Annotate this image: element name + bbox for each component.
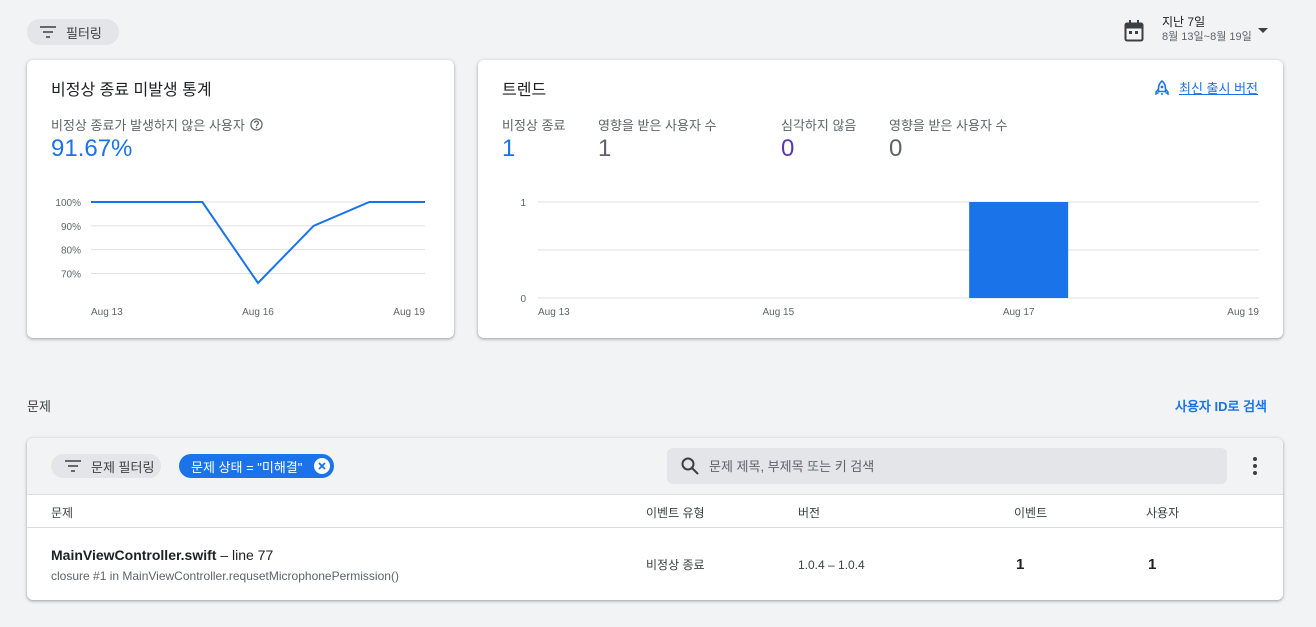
issue-events: 1 (1016, 556, 1025, 573)
filter-icon (40, 26, 56, 38)
card-title: 트렌드 (502, 82, 547, 99)
date-range-picker[interactable]: 지난 7일 8월 13일~8월 19일 (1124, 14, 1268, 45)
help-icon[interactable] (250, 118, 263, 131)
stat-affected-users-label: 영향을 받은 사용자 수 (598, 118, 717, 133)
issues-toolbar: 문제 필터링 문제 상태 = "미해결" (27, 438, 1283, 495)
issue-users: 1 (1148, 556, 1157, 573)
issue-subtitle: closure #1 in MainViewController.requset… (51, 569, 399, 583)
series-line (91, 201, 425, 285)
stat-non-fatal-users-label: 영향을 받은 사용자 수 (889, 118, 1008, 133)
y-tick-label: 80% (61, 246, 81, 257)
issue-event-type: 비정상 종료 (646, 558, 705, 572)
column-header-users[interactable]: 사용자 (1146, 504, 1179, 521)
calendar-icon (1124, 20, 1144, 42)
stat-crashes-value: 1 (502, 135, 516, 162)
issues-table-card: 문제 필터링 문제 상태 = "미해결" 문제 이벤트 유형 버전 이벤트 사용… (27, 438, 1283, 600)
bar (969, 202, 1069, 298)
x-tick-label: Aug 19 (1227, 307, 1259, 318)
issue-filter-button[interactable]: 문제 필터링 (51, 454, 161, 478)
x-tick-label: Aug 17 (1003, 307, 1035, 318)
stat-non-fatal-label: 심각하지 않음 (781, 118, 857, 133)
y-tick-label: 0 (520, 294, 526, 305)
issue-filter-label: 문제 필터링 (91, 459, 155, 475)
filter-icon (65, 460, 81, 472)
crash-free-stats-card: 비정상 종료 미발생 통계 비정상 종료가 발생하지 않은 사용자 91.67%… (27, 60, 454, 338)
issue-search-input[interactable] (709, 458, 1209, 474)
issue-search-box[interactable] (667, 448, 1227, 484)
x-tick-label: Aug 19 (393, 307, 425, 318)
date-range-dates: 8월 13일~8월 19일 (1162, 31, 1252, 43)
issue-status-chip[interactable]: 문제 상태 = "미해결" (179, 454, 334, 478)
issues-section-label: 문제 (27, 399, 51, 414)
chevron-down-icon (1257, 28, 1268, 33)
trend-card: 트렌드 최신 출시 버전 비정상 종료 1 영향을 받은 사용자 수 1 심각하… (478, 60, 1283, 338)
latest-release-link-text: 최신 출시 버전 (1179, 81, 1258, 96)
issue-title[interactable]: MainViewController.swift – line 77 (51, 547, 273, 563)
date-range-label: 지난 7일 (1162, 15, 1206, 29)
column-header-event-type[interactable]: 이벤트 유형 (646, 504, 705, 521)
filter-label: 필터링 (66, 25, 102, 41)
stat-crashes-label: 비정상 종료 (502, 118, 566, 133)
more-vert-icon[interactable] (1247, 455, 1263, 477)
issue-status-chip-label: 문제 상태 = "미해결" (191, 459, 303, 475)
filter-button[interactable]: 필터링 (27, 19, 119, 45)
column-header-version[interactable]: 버전 (798, 504, 820, 521)
crash-free-users-label: 비정상 종료가 발생하지 않은 사용자 (51, 115, 263, 134)
issue-file: MainViewController.swift (51, 547, 217, 563)
remove-filter-icon[interactable] (314, 458, 330, 474)
x-tick-label: Aug 16 (242, 307, 274, 318)
x-tick-label: Aug 15 (762, 307, 794, 318)
crash-free-users-label-text: 비정상 종료가 발생하지 않은 사용자 (51, 118, 245, 133)
y-tick-label: 90% (61, 222, 81, 233)
y-tick-label: 70% (61, 269, 81, 280)
x-tick-label: Aug 13 (538, 307, 570, 318)
stat-affected-users-value: 1 (598, 135, 612, 162)
column-header-issue[interactable]: 문제 (51, 504, 73, 521)
stat-non-fatal-value: 0 (781, 135, 795, 162)
trend-bar-chart: 1 0 Aug 13 Aug 15 Aug 17 Aug 19 (520, 198, 1259, 318)
issue-version: 1.0.4 – 1.0.4 (798, 558, 865, 572)
column-header-events[interactable]: 이벤트 (1014, 504, 1047, 521)
card-title: 비정상 종료 미발생 통계 (51, 82, 212, 99)
stat-non-fatal-users-value: 0 (889, 135, 903, 162)
divider (27, 527, 1283, 528)
y-tick-label: 100% (55, 198, 81, 209)
y-tick-label: 1 (520, 198, 526, 209)
issue-line: – line 77 (216, 547, 274, 563)
search-by-user-id-link[interactable]: 사용자 ID로 검색 (1175, 396, 1267, 415)
crash-free-line-chart: 100% 90% 80% 70% Aug 13 Aug 16 Aug 19 (55, 198, 425, 318)
rocket-icon (1155, 79, 1169, 95)
crash-free-users-value: 91.67% (51, 135, 133, 162)
search-icon (681, 457, 699, 475)
x-tick-label: Aug 13 (91, 307, 123, 318)
latest-release-link[interactable]: 최신 출시 버전 (1155, 78, 1258, 97)
